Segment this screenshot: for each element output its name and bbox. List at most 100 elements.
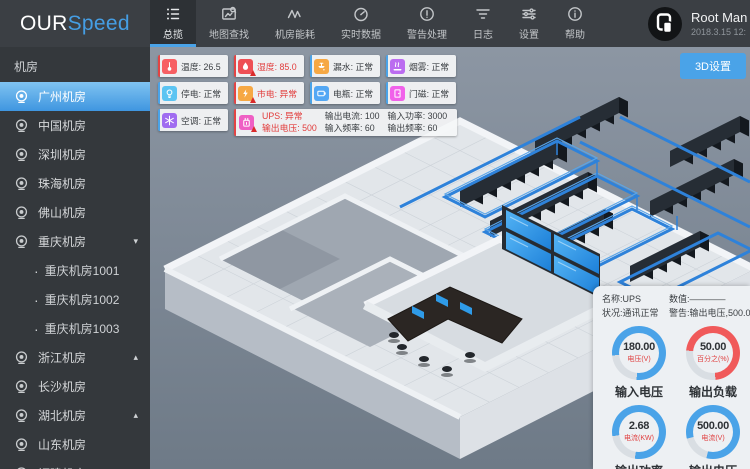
- sidebar-item-hubei[interactable]: 湖北机房▴: [0, 401, 150, 430]
- main-view: 3D设置 温度: 26.5 湿度: 85.0 漏水: 正常 烟雾: 正常 停电:…: [150, 47, 750, 469]
- device-status: 状况:通讯正常: [602, 307, 664, 321]
- badge-label: 电瓶: 正常: [333, 87, 373, 100]
- logo-text-our: OUR: [20, 12, 68, 36]
- gauge-value: 180.00: [623, 341, 655, 353]
- gauge-output-load: 50.00 百分之(%) 输出负载: [676, 324, 750, 403]
- camera-icon: [14, 234, 29, 249]
- camera-icon: [14, 89, 29, 104]
- badge-label: 门磁: 正常: [409, 87, 449, 100]
- status-badge-battery[interactable]: 电瓶: 正常: [310, 82, 380, 104]
- gauge-value: 500.00: [697, 420, 729, 432]
- tab-label: 地图查找: [209, 26, 249, 41]
- sidebar-item-foshan[interactable]: 佛山机房: [0, 198, 150, 227]
- ups-plug-icon: [239, 115, 254, 130]
- sidebar-room-list: 广州机房 中国机房 深圳机房 珠海机房 佛山机房 重庆机房▾ ·重庆机房1001…: [0, 82, 150, 469]
- gauge-ring: 2.68 电流(KW): [612, 405, 666, 459]
- status-badge-water-leak[interactable]: 漏水: 正常: [310, 55, 380, 77]
- sidebar-item-guangzhou[interactable]: 广州机房: [0, 82, 150, 111]
- ups-metrics-col: 输入功率: 3000输出频率: 60: [388, 111, 448, 135]
- sidebar-item-china[interactable]: 中国机房: [0, 111, 150, 140]
- tab-logs[interactable]: 日志: [460, 0, 506, 47]
- lightning-icon: [238, 86, 253, 101]
- map-search-icon: [221, 6, 237, 22]
- app-logo: OURSpeed: [0, 0, 150, 47]
- water-drop-icon: [238, 59, 253, 74]
- tab-map-search[interactable]: 地图查找: [196, 0, 262, 47]
- sidebar-item-chongqing-1001[interactable]: ·重庆机房1001: [0, 256, 150, 285]
- status-badge-ups[interactable]: UPS: 异常输出电压: 500 输出电流: 100输入频率: 60 输入功率:…: [234, 109, 457, 136]
- gauge-value: 50.00: [700, 341, 726, 353]
- sidebar-item-zhejiang[interactable]: 浙江机房▴: [0, 343, 150, 372]
- sidebar-item-zhuhai[interactable]: 珠海机房: [0, 169, 150, 198]
- sidebar-item-label: 湖北机房: [38, 407, 86, 424]
- user-box[interactable]: Root Man 2018.3.15 12:: [648, 0, 747, 47]
- tab-room-energy[interactable]: 机房能耗: [262, 0, 328, 47]
- nav-tabs: 总揽 地图查找 机房能耗 实时数据 警告处理 日志 设置 帮助: [150, 0, 598, 47]
- badge-label: 市电: 异常: [257, 87, 297, 100]
- gauge-name: 输入电压: [615, 383, 663, 400]
- camera-icon: [14, 205, 29, 220]
- sidebar-item-changsha[interactable]: 长沙机房: [0, 372, 150, 401]
- tab-realtime-data[interactable]: 实时数据: [328, 0, 394, 47]
- status-badge-smoke[interactable]: 烟雾: 正常: [386, 55, 456, 77]
- device-warning: 警告:输出电压,500.00,20: [669, 307, 750, 321]
- tab-alert-handling[interactable]: 警告处理: [394, 0, 460, 47]
- gauge-grid: 180.00 电压(V) 输入电压 50.00 百分之(%) 输出负载 2.68…: [602, 324, 750, 469]
- status-badge-power-outage[interactable]: 停电: 正常: [158, 82, 228, 104]
- tab-label: 帮助: [565, 26, 585, 41]
- 3d-settings-button[interactable]: 3D设置: [680, 53, 746, 79]
- sidebar-item-label: 佛山机房: [38, 204, 86, 221]
- status-badge-air-conditioner[interactable]: 空调: 正常: [158, 109, 228, 131]
- bullet-icon: ·: [34, 321, 39, 337]
- bullet-icon: ·: [34, 292, 39, 308]
- gauge-ring: 50.00 百分之(%): [686, 326, 740, 380]
- ups-metrics-col: 输出电流: 100输入频率: 60: [325, 111, 380, 135]
- device-info-panel: 名称:UPS 状况:通讯正常 数值:———— 警告:输出电压,500.00,20…: [593, 286, 750, 469]
- sidebar-item-shenzhen[interactable]: 深圳机房: [0, 140, 150, 169]
- realtime-gauge-icon: [353, 6, 369, 22]
- tab-overview[interactable]: 总揽: [150, 0, 196, 47]
- smoke-icon: [390, 59, 405, 74]
- sidebar-item-label: 珠海机房: [38, 175, 86, 192]
- tab-label: 机房能耗: [275, 26, 315, 41]
- camera-icon: [14, 350, 29, 365]
- warning-triangle-icon: [251, 126, 257, 132]
- gauge-input-voltage: 180.00 电压(V) 输入电压: [602, 324, 676, 403]
- status-badge-temperature[interactable]: 温度: 26.5: [158, 55, 228, 77]
- gauge-unit: 电流(V): [701, 433, 724, 443]
- gauge-name: 输出负载: [689, 383, 737, 400]
- sidebar-item-chongqing-1002[interactable]: · 重庆机房1002: [0, 285, 150, 314]
- status-badge-door-sensor[interactable]: 门磁: 正常: [386, 82, 456, 104]
- battery-icon: [314, 86, 329, 101]
- sidebar-item-label: 福建机房: [38, 465, 86, 469]
- camera-icon: [14, 118, 29, 133]
- sidebar-item-chongqing-1003[interactable]: · 重庆机房1003: [0, 314, 150, 343]
- sidebar-item-chongqing[interactable]: 重庆机房▾: [0, 227, 150, 256]
- sidebar-item-label: 中国机房: [38, 117, 86, 134]
- badge-label: 湿度: 85.0: [257, 60, 297, 73]
- tab-label: 警告处理: [407, 26, 447, 41]
- camera-icon: [14, 437, 29, 452]
- status-badge-humidity[interactable]: 湿度: 85.0: [234, 55, 304, 77]
- tab-settings[interactable]: 设置: [506, 0, 552, 47]
- sidebar-item-label: 山东机房: [38, 436, 86, 453]
- status-badge-mains-power[interactable]: 市电: 异常: [234, 82, 304, 104]
- badge-label: 温度: 26.5: [181, 60, 221, 73]
- tab-help[interactable]: 帮助: [552, 0, 598, 47]
- ups-alert-text: UPS: 异常输出电压: 500: [262, 111, 317, 135]
- top-header: OURSpeed 总揽 地图查找 机房能耗 实时数据 警告处理 日志 设置 帮助…: [0, 0, 750, 47]
- sidebar-item-fujian[interactable]: 福建机房: [0, 459, 150, 469]
- log-filter-icon: [475, 6, 491, 22]
- user-name: Root Man: [691, 10, 747, 27]
- bulb-icon: [162, 86, 177, 101]
- gauge-unit: 电流(KW): [624, 433, 654, 443]
- gauge-ring: 180.00 电压(V): [612, 326, 666, 380]
- gauge-name: 输出电压: [689, 462, 737, 469]
- sidebar-title: 机房: [0, 47, 150, 82]
- sidebar-item-label: 重庆机房1003: [45, 320, 120, 337]
- badge-row: 温度: 26.5 湿度: 85.0 漏水: 正常 烟雾: 正常: [158, 55, 457, 77]
- energy-wave-icon: [287, 6, 303, 22]
- door-icon: [390, 86, 405, 101]
- sidebar-item-label: 重庆机房1002: [45, 291, 120, 308]
- sidebar-item-shandong[interactable]: 山东机房: [0, 430, 150, 459]
